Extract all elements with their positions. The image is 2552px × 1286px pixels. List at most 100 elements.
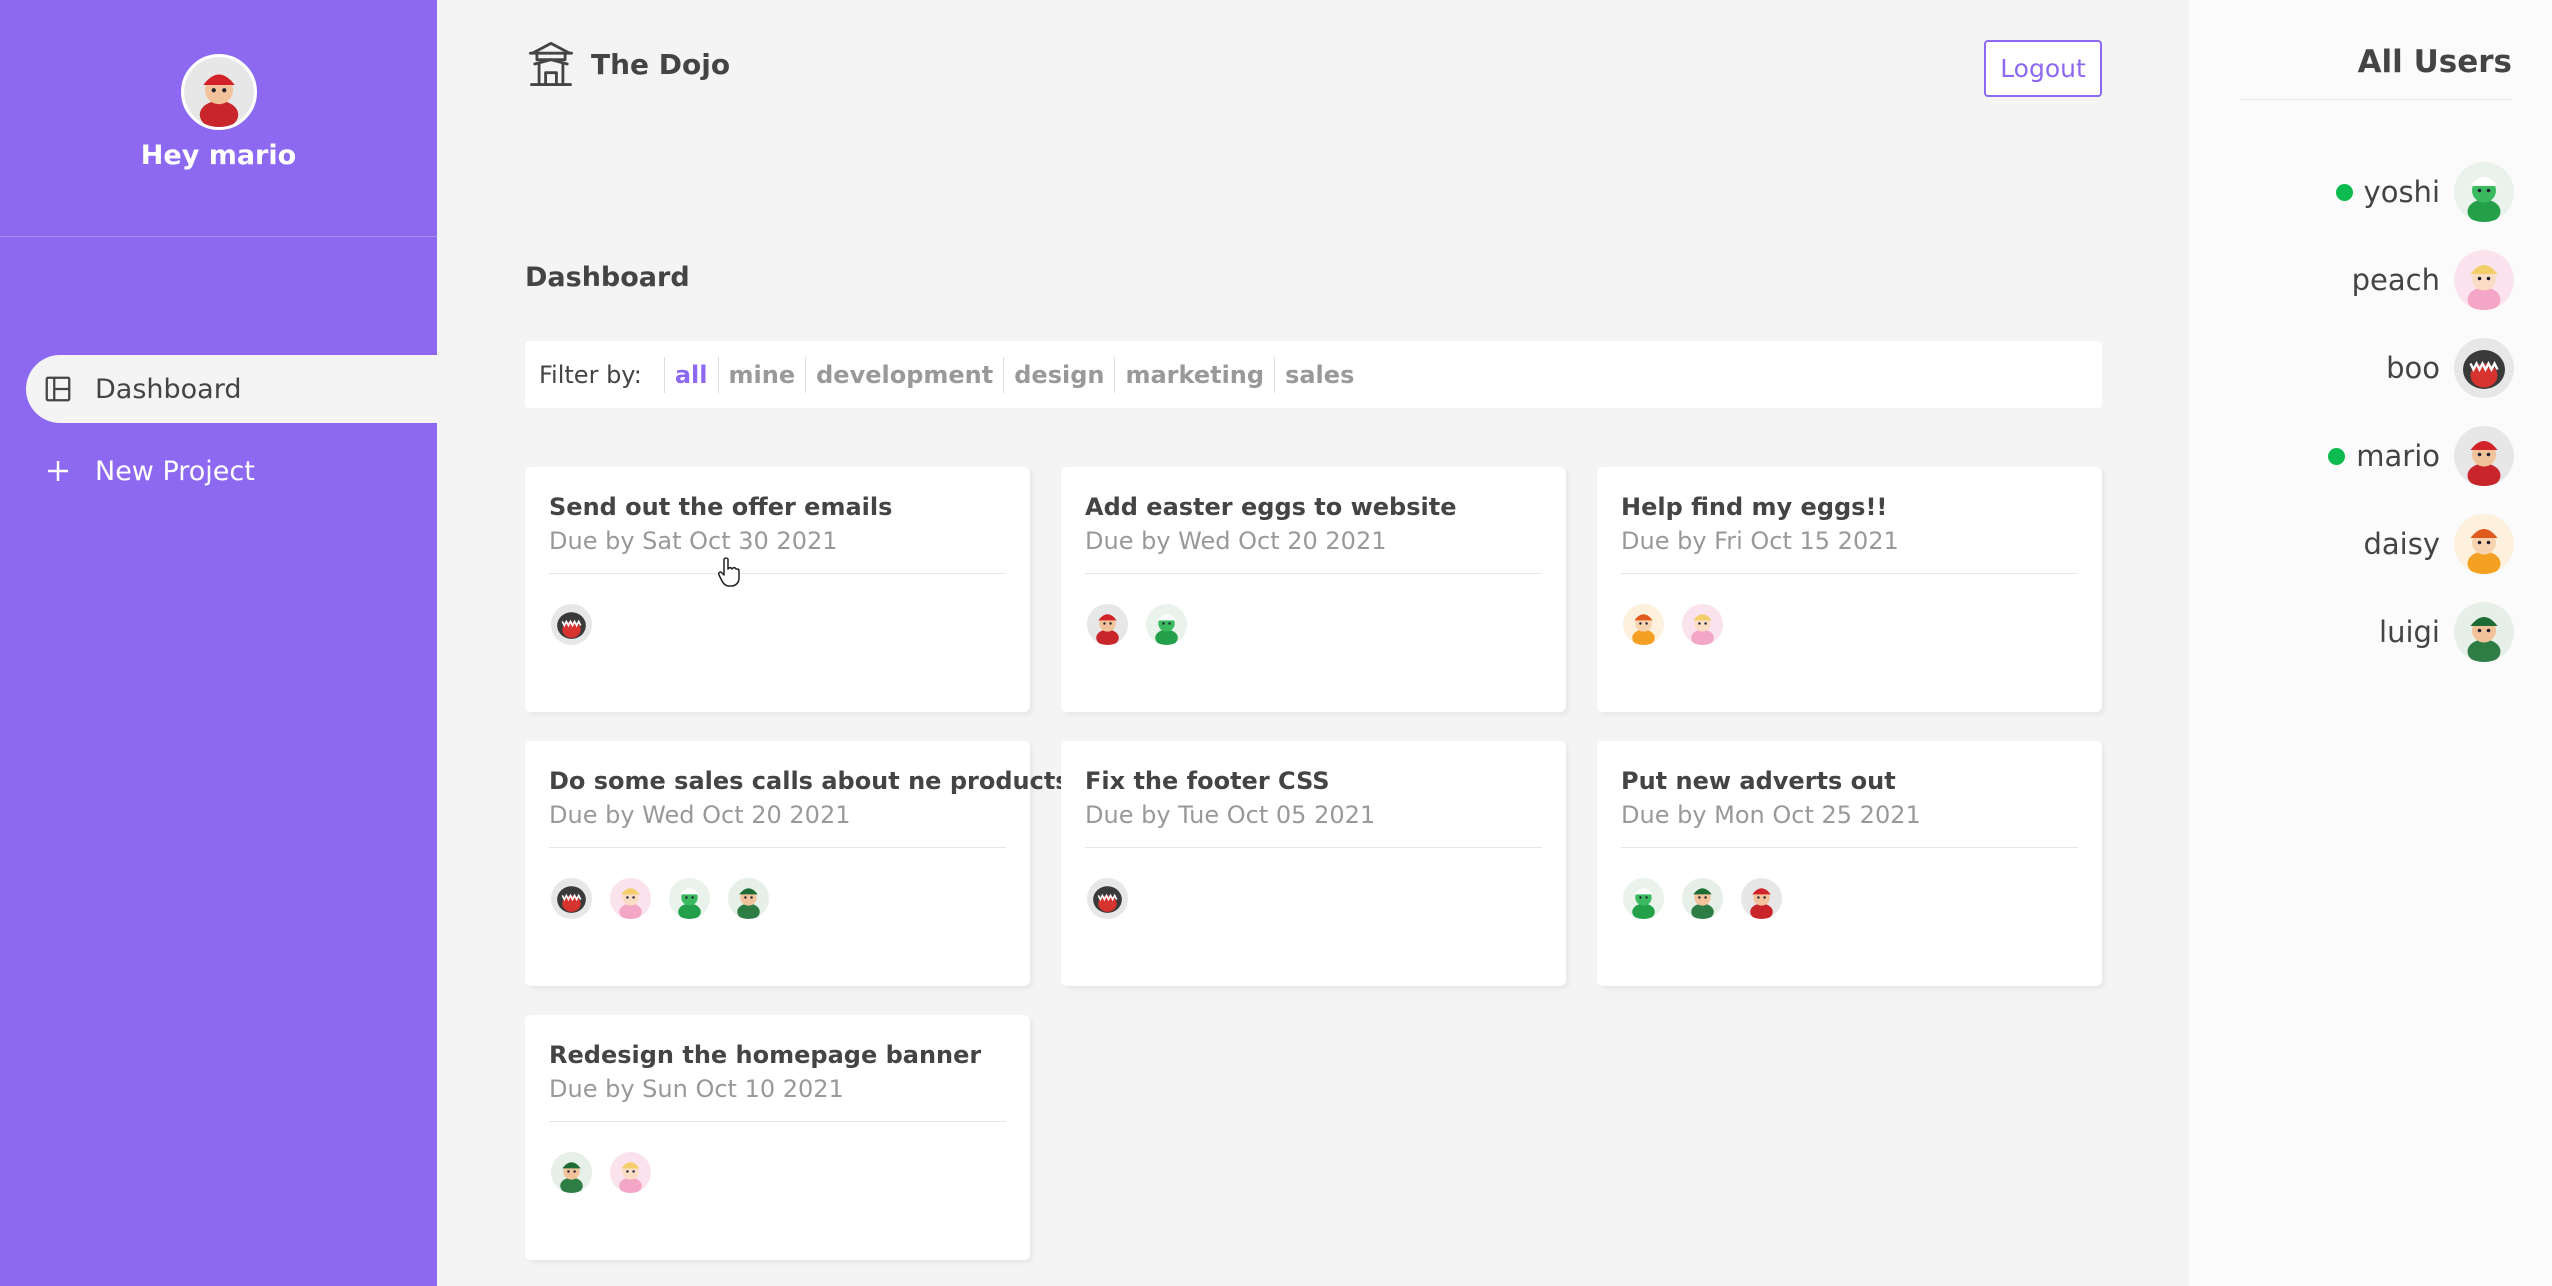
sidebar-nav: Dashboard New Project bbox=[0, 355, 437, 505]
assignee-avatar-peach bbox=[1680, 602, 1725, 647]
project-due-date: Due by Wed Oct 20 2021 bbox=[1085, 527, 1387, 555]
greeting: Hey mario bbox=[140, 140, 297, 171]
users-divider bbox=[2240, 99, 2512, 100]
filter-mine[interactable]: mine bbox=[717, 356, 806, 393]
project-due-date: Due by Fri Oct 15 2021 bbox=[1621, 527, 1899, 555]
logout-button[interactable]: Logout bbox=[1984, 40, 2102, 97]
card-divider bbox=[549, 847, 1006, 848]
project-filter: Filter by: all mine development design m… bbox=[525, 341, 2102, 408]
user-item-daisy[interactable]: daisy bbox=[2324, 514, 2514, 574]
add-icon bbox=[43, 456, 73, 486]
assignee-avatar-peach bbox=[608, 1150, 653, 1195]
main-content: The Dojo Logout Dashboard Filter by: all… bbox=[437, 0, 2189, 1286]
assignee-avatar-boo bbox=[549, 876, 594, 921]
assignee-avatar-boo bbox=[549, 602, 594, 647]
sidebar: Hey mario Dashboard New Project bbox=[0, 0, 437, 1286]
user-list-panel: All Users yoshi peach boo mario daisy lu… bbox=[2189, 0, 2552, 1286]
online-indicator bbox=[2335, 183, 2353, 201]
assigned-users bbox=[1621, 876, 2078, 921]
card-divider bbox=[1621, 847, 2078, 848]
user-name: peach bbox=[2351, 263, 2440, 297]
user-avatar bbox=[2454, 514, 2514, 574]
project-title: Put new adverts out bbox=[1621, 767, 1896, 795]
card-divider bbox=[1621, 573, 2078, 574]
card-divider bbox=[549, 573, 1006, 574]
user-item-mario[interactable]: mario bbox=[2324, 426, 2514, 486]
project-due-date: Due by Wed Oct 20 2021 bbox=[549, 801, 851, 829]
user-avatar bbox=[2454, 426, 2514, 486]
assignee-avatar-daisy bbox=[1621, 602, 1666, 647]
user-item-boo[interactable]: boo bbox=[2324, 338, 2514, 398]
filter-development[interactable]: development bbox=[805, 356, 1003, 393]
user-item-luigi[interactable]: luigi bbox=[2324, 602, 2514, 662]
project-due-date: Due by Sat Oct 30 2021 bbox=[549, 527, 838, 555]
user-item-yoshi[interactable]: yoshi bbox=[2324, 162, 2514, 222]
nav-label: New Project bbox=[95, 455, 255, 487]
filter-design[interactable]: design bbox=[1003, 356, 1114, 393]
project-card[interactable]: Redesign the homepage banner Due by Sun … bbox=[525, 1015, 1030, 1260]
filter-sales[interactable]: sales bbox=[1274, 356, 1364, 393]
user-avatar bbox=[2454, 602, 2514, 662]
filter-label: Filter by: bbox=[539, 360, 642, 389]
assigned-users bbox=[549, 876, 1006, 921]
user-avatar bbox=[2454, 162, 2514, 222]
card-divider bbox=[1085, 573, 1542, 574]
online-indicator bbox=[2328, 447, 2346, 465]
nav-label: Dashboard bbox=[95, 373, 242, 405]
project-card[interactable]: Send out the offer emails Due by Sat Oct… bbox=[525, 467, 1030, 712]
assignee-avatar-mario bbox=[1739, 876, 1784, 921]
users-panel-title: All Users bbox=[2357, 44, 2512, 80]
assignee-avatar-yoshi bbox=[1621, 876, 1666, 921]
nav-item-new-project[interactable]: New Project bbox=[26, 437, 437, 505]
project-title: Fix the footer CSS bbox=[1085, 767, 1330, 795]
project-card[interactable]: Do some sales calls about ne products Du… bbox=[525, 741, 1070, 986]
user-name: luigi bbox=[2379, 615, 2440, 649]
assigned-users bbox=[549, 1150, 1006, 1195]
user-item-peach[interactable]: peach bbox=[2324, 250, 2514, 310]
project-card[interactable]: Help find my eggs!! Due by Fri Oct 15 20… bbox=[1597, 467, 2102, 712]
user-name: yoshi bbox=[2363, 175, 2440, 209]
assignee-avatar-peach bbox=[608, 876, 653, 921]
page-title: Dashboard bbox=[525, 262, 690, 293]
user-avatar bbox=[180, 54, 257, 130]
brand[interactable]: The Dojo bbox=[525, 38, 730, 90]
nav-item-dashboard[interactable]: Dashboard bbox=[26, 355, 437, 423]
temple-icon bbox=[525, 38, 577, 90]
card-divider bbox=[549, 1121, 1006, 1122]
filter-marketing[interactable]: marketing bbox=[1114, 356, 1274, 393]
assignee-avatar-boo bbox=[1085, 876, 1130, 921]
filter-all[interactable]: all bbox=[663, 356, 718, 393]
project-due-date: Due by Sun Oct 10 2021 bbox=[549, 1075, 844, 1103]
user-name: boo bbox=[2386, 351, 2440, 385]
assigned-users bbox=[1085, 876, 1542, 921]
user-avatar bbox=[2454, 338, 2514, 398]
project-title: Send out the offer emails bbox=[549, 493, 893, 521]
dashboard-icon bbox=[43, 374, 73, 404]
assignee-avatar-luigi bbox=[1680, 876, 1725, 921]
user-avatar bbox=[2454, 250, 2514, 310]
assignee-avatar-luigi bbox=[726, 876, 771, 921]
user-name: mario bbox=[2356, 439, 2440, 473]
project-card[interactable]: Fix the footer CSS Due by Tue Oct 05 202… bbox=[1061, 741, 1566, 986]
project-title: Add easter eggs to website bbox=[1085, 493, 1457, 521]
assigned-users bbox=[1621, 602, 2078, 647]
topbar: The Dojo Logout bbox=[525, 38, 2102, 98]
project-title: Help find my eggs!! bbox=[1621, 493, 1888, 521]
project-list: Send out the offer emails Due by Sat Oct… bbox=[525, 467, 2102, 1260]
card-divider bbox=[1085, 847, 1542, 848]
assigned-users bbox=[549, 602, 1006, 647]
assignee-avatar-mario bbox=[1085, 602, 1130, 647]
sidebar-user: Hey mario bbox=[0, 0, 437, 237]
assigned-users bbox=[1085, 602, 1542, 647]
brand-name: The Dojo bbox=[591, 47, 731, 81]
assignee-avatar-yoshi bbox=[1144, 602, 1189, 647]
project-title: Redesign the homepage banner bbox=[549, 1041, 982, 1069]
project-title: Do some sales calls about ne products bbox=[549, 767, 1070, 795]
project-card[interactable]: Add easter eggs to website Due by Wed Oc… bbox=[1061, 467, 1566, 712]
project-due-date: Due by Tue Oct 05 2021 bbox=[1085, 801, 1376, 829]
user-name: daisy bbox=[2363, 527, 2440, 561]
assignee-avatar-yoshi bbox=[667, 876, 712, 921]
assignee-avatar-luigi bbox=[549, 1150, 594, 1195]
project-card[interactable]: Put new adverts out Due by Mon Oct 25 20… bbox=[1597, 741, 2102, 986]
project-due-date: Due by Mon Oct 25 2021 bbox=[1621, 801, 1921, 829]
